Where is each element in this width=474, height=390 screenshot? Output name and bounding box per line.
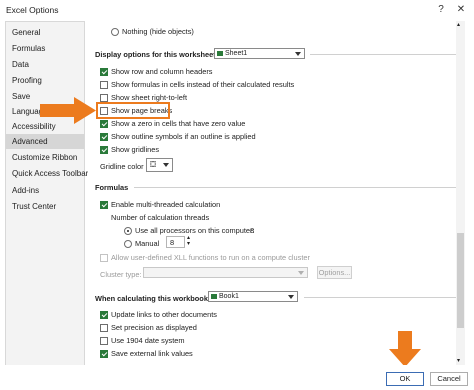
show-zero-values-checkbox[interactable] <box>100 120 108 128</box>
section-divider <box>304 297 460 298</box>
scrollbar-thumb[interactable] <box>457 233 464 328</box>
date-1904-label: Use 1904 date system <box>111 336 185 345</box>
show-gridlines-label: Show gridlines <box>111 145 160 154</box>
save-external-links-checkbox[interactable] <box>100 350 108 358</box>
manual-threads-label: Manual <box>135 239 160 248</box>
nothing-hide-objects-label: Nothing (hide objects) <box>122 27 194 36</box>
sidebar-item-customize-ribbon[interactable]: Customize Ribbon <box>6 150 84 165</box>
section-divider <box>310 54 460 55</box>
advanced-options-content: Nothing (hide objects) Display options f… <box>88 21 464 365</box>
section-divider <box>134 187 460 188</box>
show-formulas-label: Show formulas in cells instead of their … <box>111 80 295 89</box>
cancel-button[interactable]: Cancel <box>430 372 468 386</box>
sheet-icon <box>217 51 223 56</box>
worksheet-select-value: Sheet1 <box>225 50 248 57</box>
gridline-color-picker[interactable]: ⛋ <box>146 158 173 172</box>
chevron-down-icon <box>163 163 169 167</box>
ok-button[interactable]: OK <box>386 372 424 386</box>
workbook-icon <box>211 294 217 299</box>
manual-threads-input[interactable]: 8 <box>166 236 185 248</box>
chevron-down-icon <box>288 295 294 299</box>
content-scrollbar[interactable]: ▴ ▾ <box>456 21 465 365</box>
orange-down-arrow-icon <box>389 331 421 367</box>
show-outline-symbols-label: Show outline symbols if an outline is ap… <box>111 132 256 141</box>
sidebar-item-quick-access-toolbar[interactable]: Quick Access Toolbar <box>6 166 88 181</box>
workbook-select[interactable]: Book1 <box>208 291 298 302</box>
close-icon[interactable]: ✕ <box>454 3 468 17</box>
title-bar: Excel Options ? ✕ <box>0 0 474 20</box>
spinner-arrows-icon[interactable]: ▴ ▾ <box>187 235 190 247</box>
show-sheet-rtl-checkbox[interactable] <box>100 94 108 102</box>
xll-cluster-checkbox[interactable] <box>100 254 108 262</box>
workbook-calc-heading: When calculating this workbook: <box>95 294 211 303</box>
scroll-up-icon[interactable]: ▴ <box>457 21 460 28</box>
options-sidebar: General Formulas Data Proofing Save Lang… <box>5 21 88 381</box>
worksheet-select[interactable]: Sheet1 <box>214 48 305 59</box>
sidebar-item-advanced[interactable]: Advanced <box>6 134 84 149</box>
multithread-label: Enable multi-threaded calculation <box>111 200 221 209</box>
window-title: Excel Options <box>6 5 59 15</box>
manual-threads-value: 8 <box>170 238 175 247</box>
update-links-checkbox[interactable] <box>100 311 108 319</box>
sidebar-item-data[interactable]: Data <box>6 57 84 72</box>
show-gridlines-checkbox[interactable] <box>100 146 108 154</box>
show-row-column-headers-checkbox[interactable] <box>100 68 108 76</box>
set-precision-label: Set precision as displayed <box>111 323 197 332</box>
formulas-heading: Formulas <box>95 183 129 192</box>
set-precision-checkbox[interactable] <box>100 324 108 332</box>
show-sheet-rtl-label: Show sheet right-to-left <box>111 93 187 102</box>
date-1904-checkbox[interactable] <box>100 337 108 345</box>
chevron-down-icon <box>298 271 304 275</box>
gridline-color-label: Gridline color <box>100 162 144 171</box>
use-all-processors-radio[interactable] <box>124 227 132 235</box>
show-zero-values-label: Show a zero in cells that have zero valu… <box>111 119 246 128</box>
show-row-column-headers-label: Show row and column headers <box>111 67 213 76</box>
cluster-options-button[interactable]: Options... <box>317 266 352 279</box>
worksheet-display-heading: Display options for this worksheet: <box>95 50 219 59</box>
chevron-down-icon <box>295 52 301 56</box>
sidebar-item-trust-center[interactable]: Trust Center <box>6 199 84 214</box>
nothing-hide-objects-radio[interactable] <box>111 28 119 36</box>
help-icon[interactable]: ? <box>434 3 448 17</box>
xll-cluster-label: Allow user-defined XLL functions to run … <box>111 253 310 262</box>
orange-right-arrow-icon <box>40 97 96 124</box>
sidebar-item-general[interactable]: General <box>6 25 84 40</box>
manual-threads-radio[interactable] <box>124 240 132 248</box>
save-external-links-label: Save external link values <box>111 349 193 358</box>
use-all-processors-label: Use all processors on this computer: <box>135 226 255 235</box>
workbook-select-value: Book1 <box>219 293 239 300</box>
paint-bucket-icon: ⛋ <box>150 160 157 169</box>
scroll-down-icon[interactable]: ▾ <box>457 357 460 364</box>
update-links-label: Update links to other documents <box>111 310 217 319</box>
multithread-checkbox[interactable] <box>100 201 108 209</box>
sidebar-item-formulas[interactable]: Formulas <box>6 41 84 56</box>
sidebar-item-proofing[interactable]: Proofing <box>6 73 84 88</box>
page-breaks-highlight-box <box>96 102 170 119</box>
show-outline-symbols-checkbox[interactable] <box>100 133 108 141</box>
sidebar-item-add-ins[interactable]: Add-ins <box>6 183 84 198</box>
cluster-type-label: Cluster type: <box>100 270 142 279</box>
cluster-type-select[interactable] <box>143 267 308 278</box>
show-formulas-checkbox[interactable] <box>100 81 108 89</box>
calc-threads-heading: Number of calculation threads <box>111 213 210 222</box>
processor-count: 8 <box>250 226 255 235</box>
